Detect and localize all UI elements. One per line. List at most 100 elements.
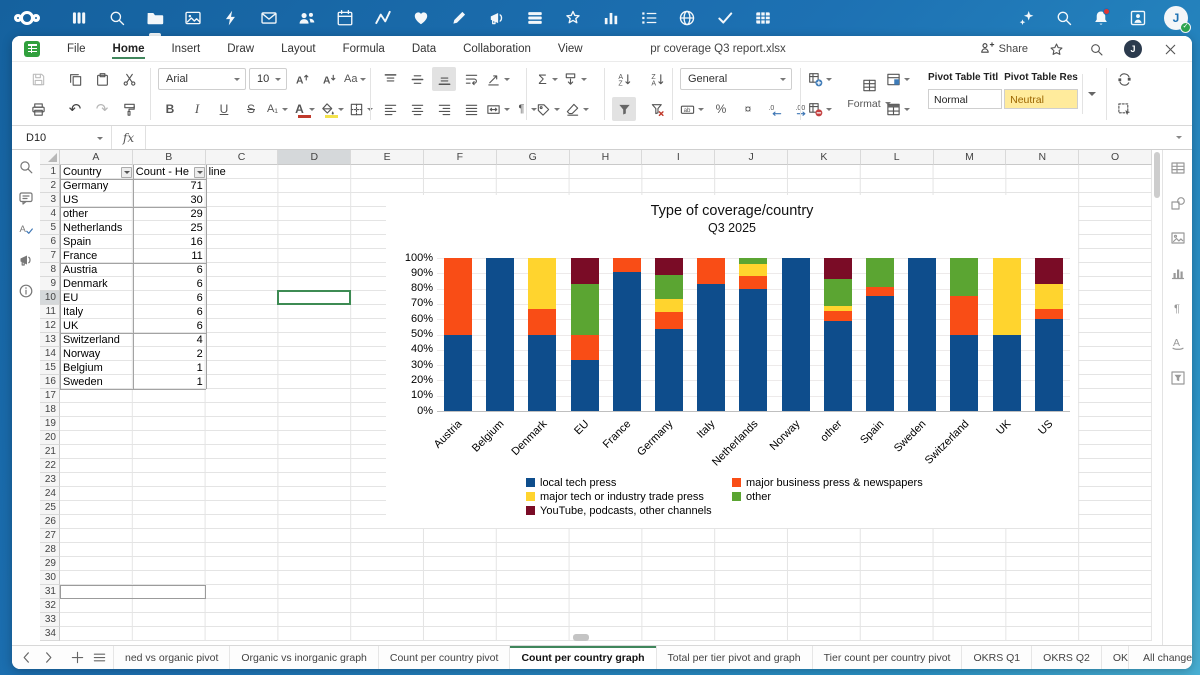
bar-segment[interactable] [1035, 319, 1063, 411]
cell-reference-box[interactable]: D10 [12, 126, 112, 149]
sheet-tab-count-per-country-graph[interactable]: Count per country graph [510, 646, 656, 669]
sheet-list-button[interactable] [89, 648, 109, 668]
copy-style-button[interactable] [117, 97, 141, 121]
notifications-icon[interactable] [1090, 8, 1111, 29]
favorites-icon[interactable] [410, 8, 431, 29]
next-sheet-button[interactable] [38, 648, 58, 668]
menu-file[interactable]: File [66, 38, 87, 60]
cell-A3[interactable]: US [63, 193, 129, 207]
bar-segment[interactable] [950, 296, 978, 334]
statistics-icon[interactable] [600, 8, 621, 29]
fill-color-button[interactable] [320, 97, 346, 121]
bar-segment[interactable] [993, 258, 1021, 335]
cell-B9[interactable]: 6 [136, 277, 203, 291]
bar-segment[interactable] [655, 299, 683, 312]
column-header-O[interactable]: O [1079, 150, 1152, 165]
sort-ascending-button[interactable]: AZ [612, 67, 636, 91]
activity-icon[interactable] [220, 8, 241, 29]
menu-insert[interactable]: Insert [170, 38, 201, 60]
horizontal-scrollbar-thumb[interactable] [573, 634, 589, 641]
deck-icon[interactable] [524, 8, 545, 29]
cell-A12[interactable]: UK [63, 319, 129, 333]
clear-filter-button[interactable] [645, 97, 669, 121]
subscript-button[interactable]: A₁ [266, 97, 290, 121]
selected-cell[interactable] [277, 290, 351, 305]
font-name-select[interactable]: Arial [158, 68, 246, 90]
row-header-17[interactable]: 17 [40, 389, 60, 403]
column-header-N[interactable]: N [1006, 150, 1079, 165]
cell-B13[interactable]: 4 [136, 333, 203, 347]
favorite-icon[interactable] [1044, 37, 1068, 61]
copy-button[interactable] [63, 67, 87, 91]
pivot-style-normal[interactable]: Normal [928, 89, 1002, 109]
cell-A6[interactable]: Spain [63, 235, 129, 249]
merge-cells-button[interactable] [486, 97, 512, 121]
bar-segment[interactable] [866, 258, 894, 287]
search-panel-icon[interactable] [14, 155, 38, 179]
bar-segment[interactable] [528, 309, 556, 335]
vertical-scrollbar[interactable] [1152, 150, 1161, 645]
redo-button[interactable]: ↷ [90, 97, 114, 121]
column-header-K[interactable]: K [788, 150, 861, 165]
bar-segment[interactable] [486, 258, 514, 411]
bar-segment[interactable] [613, 272, 641, 411]
bar-segment[interactable] [571, 284, 599, 335]
menu-collaboration[interactable]: Collaboration [462, 38, 532, 60]
contacts-icon[interactable] [296, 8, 317, 29]
cell-A5[interactable]: Netherlands [63, 221, 129, 235]
share-button[interactable]: Share [980, 40, 1028, 58]
files-icon[interactable] [144, 8, 165, 29]
row-header-31[interactable]: 31 [40, 585, 60, 599]
add-sheet-button[interactable] [67, 648, 87, 668]
font-color-button[interactable]: A [293, 97, 317, 121]
align-bottom-button[interactable] [432, 67, 456, 91]
sheet-tab-ned-vs-organic-pivot[interactable]: ned vs organic pivot [113, 646, 230, 669]
bar-segment[interactable] [824, 279, 852, 305]
cell-A13[interactable]: Switzerland [63, 333, 129, 347]
borders-button[interactable] [349, 97, 375, 121]
bar-segment[interactable] [444, 258, 472, 335]
bar-segment[interactable] [739, 258, 767, 264]
save-button[interactable] [26, 67, 50, 91]
column-header-F[interactable]: F [424, 150, 497, 165]
cell-B1-overflow[interactable]: line [209, 165, 226, 179]
spellcheck-icon[interactable]: A [14, 217, 38, 241]
cut-button[interactable] [117, 67, 141, 91]
row-header-15[interactable]: 15 [40, 361, 60, 375]
column-header-D[interactable]: D [278, 150, 351, 165]
bar-segment[interactable] [528, 335, 556, 412]
sort-descending-button[interactable]: ZA [645, 67, 669, 91]
print-button[interactable] [26, 97, 50, 121]
bar-segment[interactable] [1035, 258, 1063, 284]
delete-cells-button[interactable] [808, 97, 834, 121]
row-header-28[interactable]: 28 [40, 543, 60, 557]
cell-B15[interactable]: 1 [136, 361, 203, 375]
cell-A15[interactable]: Belgium [63, 361, 129, 375]
feedback-icon[interactable] [14, 248, 38, 272]
fill-button[interactable] [563, 67, 589, 91]
external-sites-icon[interactable] [676, 8, 697, 29]
row-header-33[interactable]: 33 [40, 613, 60, 627]
cell-A9[interactable]: Denmark [63, 277, 129, 291]
sheet-tab-okrs-q1[interactable]: OKRS Q1 [962, 646, 1032, 669]
row-header-14[interactable]: 14 [40, 347, 60, 361]
tasks-icon[interactable] [638, 8, 659, 29]
mail-icon[interactable] [258, 8, 279, 29]
bar-segment[interactable] [739, 264, 767, 276]
contacts-menu-icon[interactable] [1127, 8, 1148, 29]
column-header-M[interactable]: M [934, 150, 1007, 165]
analytics-icon[interactable] [372, 8, 393, 29]
search-icon[interactable] [1053, 8, 1074, 29]
bar-segment[interactable] [739, 289, 767, 411]
percent-style-button[interactable]: % [709, 97, 733, 121]
menu-data[interactable]: Data [411, 38, 437, 60]
row-header-21[interactable]: 21 [40, 445, 60, 459]
accounting-style-button[interactable]: ab [680, 97, 706, 121]
cell-B7[interactable]: 11 [136, 249, 203, 263]
row-header-29[interactable]: 29 [40, 557, 60, 571]
cell-B2[interactable]: 71 [136, 179, 203, 193]
cell-A11[interactable]: Italy [63, 305, 129, 319]
column-header-J[interactable]: J [715, 150, 788, 165]
sheet-tab-total-per-tier-pivot-and-graph[interactable]: Total per tier pivot and graph [657, 646, 813, 669]
row-header-34[interactable]: 34 [40, 627, 60, 641]
